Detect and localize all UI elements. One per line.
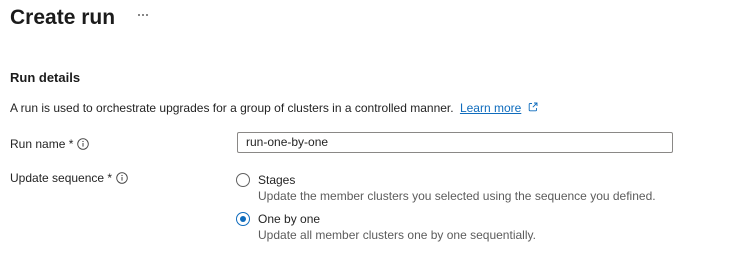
run-name-label-text: Run name *: [10, 137, 74, 151]
info-icon[interactable]: [116, 172, 128, 184]
radio-option-stages[interactable]: Stages Update the member clusters you se…: [236, 172, 656, 204]
external-link-icon: [528, 102, 538, 112]
radio-label-stages: Stages: [258, 173, 296, 187]
description-text: A run is used to orchestrate upgrades fo…: [10, 101, 454, 115]
radio-label-one-by-one: One by one: [258, 212, 321, 226]
radio-option-one-by-one[interactable]: One by one Update all member clusters on…: [236, 211, 536, 243]
radio-button-one-by-one[interactable]: [236, 212, 250, 226]
radio-description-one-by-one: Update all member clusters one by one se…: [258, 228, 536, 242]
update-sequence-label-text: Update sequence *: [10, 171, 113, 185]
section-heading: Run details: [10, 70, 81, 85]
more-options-button[interactable]: [135, 5, 151, 25]
update-sequence-label: Update sequence *: [10, 170, 128, 186]
radio-button-stages[interactable]: [236, 173, 250, 187]
run-name-label: Run name *: [10, 136, 90, 152]
learn-more-link[interactable]: Learn more: [460, 101, 521, 115]
more-horizontal-icon-dot: [142, 14, 144, 16]
run-name-input[interactable]: [237, 132, 673, 153]
radio-description-stages: Update the member clusters you selected …: [258, 189, 656, 203]
section-description: A run is used to orchestrate upgrades fo…: [10, 99, 538, 117]
page-title: Create run: [10, 6, 116, 29]
info-icon[interactable]: [77, 138, 90, 150]
more-horizontal-icon: [138, 14, 140, 16]
more-horizontal-icon-dot: [146, 14, 148, 16]
